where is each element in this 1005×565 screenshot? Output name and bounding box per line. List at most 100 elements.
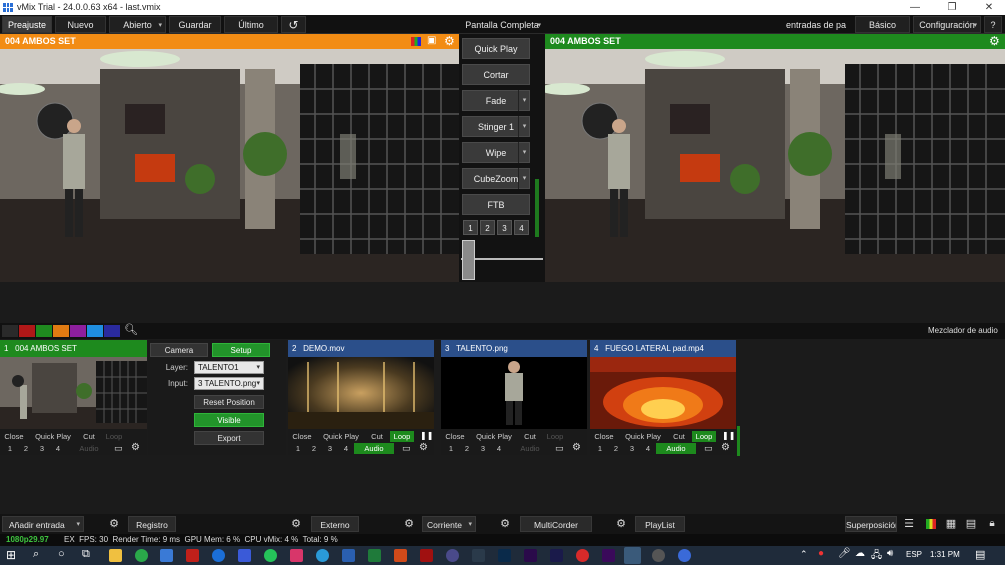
folder-icon[interactable]: [160, 549, 173, 562]
word-icon[interactable]: [342, 549, 355, 562]
input-3-monitor-icon[interactable]: ▭: [555, 443, 564, 454]
input-2-gear-icon[interactable]: ⚙: [419, 442, 428, 453]
input-1-audio[interactable]: Audio: [70, 443, 108, 454]
color-swatch-none[interactable]: [2, 325, 18, 337]
input-2-audio[interactable]: Audio: [354, 443, 394, 454]
premiere-icon[interactable]: [524, 549, 537, 562]
input-4-audio[interactable]: Audio: [656, 443, 696, 454]
acrobat-icon[interactable]: [420, 549, 433, 562]
layer-select[interactable]: TALENTO1: [194, 361, 264, 374]
multicorder-button[interactable]: MultiCorder: [520, 516, 592, 532]
external-button[interactable]: Externo: [311, 516, 359, 532]
settings-gear-icon[interactable]: ⚙: [103, 516, 125, 532]
app-red-icon[interactable]: [186, 549, 199, 562]
input-3-quickplay[interactable]: Quick Play: [471, 431, 517, 442]
input-2-monitor-icon[interactable]: ▭: [402, 443, 411, 454]
transition-1-button[interactable]: 1: [463, 220, 478, 235]
input-1-loop[interactable]: Loop: [102, 431, 126, 442]
color-swatch-blue[interactable]: [87, 325, 103, 337]
transition-2-button[interactable]: 2: [480, 220, 495, 235]
menu-lines-icon[interactable]: ☰: [898, 516, 920, 532]
cloud-icon[interactable]: ☁: [855, 548, 865, 559]
excel-icon[interactable]: [368, 549, 381, 562]
stinger-dropdown-icon[interactable]: ▾: [518, 116, 530, 137]
windows-start-icon[interactable]: ⊞: [6, 548, 16, 562]
app-gray-icon[interactable]: [652, 549, 665, 562]
add-input-button[interactable]: Añadir entrada: [2, 516, 84, 533]
input-3-audio[interactable]: Audio: [511, 443, 549, 454]
input-2-overlay-1[interactable]: 1: [291, 443, 305, 454]
export-button[interactable]: Export: [194, 431, 264, 445]
color-bars-icon[interactable]: [411, 37, 421, 46]
reset-position-button[interactable]: Reset Position: [194, 395, 264, 409]
audio-mixer-label[interactable]: Mezclador de audio: [928, 326, 998, 335]
menu-basico[interactable]: Básico: [855, 16, 910, 33]
input-2-overlay-4[interactable]: 4: [339, 443, 353, 454]
opera-icon[interactable]: [576, 549, 589, 562]
preview-panel[interactable]: 004 AMBOS SET ▣ ⚙: [0, 34, 459, 282]
input-2-overlay-2[interactable]: 2: [307, 443, 321, 454]
telegram-icon[interactable]: [316, 549, 329, 562]
menu-inputs[interactable]: entradas de pa: [780, 16, 852, 33]
input-4-overlay-1[interactable]: 1: [593, 443, 607, 454]
volume-icon[interactable]: 🔊︎: [887, 548, 893, 559]
external-gear-icon[interactable]: ⚙: [285, 516, 307, 532]
powerpoint-icon[interactable]: [394, 549, 407, 562]
preview-gear-icon[interactable]: ⚙: [444, 34, 455, 48]
input-4-overlay-4[interactable]: 4: [641, 443, 655, 454]
t-bar-slider[interactable]: [462, 240, 475, 280]
menu-guardar[interactable]: Guardar: [169, 16, 221, 33]
input-4-close[interactable]: Close: [592, 431, 616, 442]
input-1-monitor-icon[interactable]: ▭: [114, 443, 123, 454]
minimize-icon[interactable]: —: [905, 1, 925, 14]
messenger-icon[interactable]: [238, 549, 251, 562]
playlist-button[interactable]: PlayList: [635, 516, 685, 532]
fade-dropdown-icon[interactable]: ▾: [518, 90, 530, 111]
overlay-icon[interactable]: ▣: [427, 35, 436, 46]
input-3-gear-icon[interactable]: ⚙: [572, 442, 581, 453]
input-4-monitor-icon[interactable]: ▭: [704, 443, 713, 454]
input-1-close[interactable]: Close: [2, 431, 26, 442]
input-4-cut[interactable]: Cut: [669, 431, 689, 442]
input-2-overlay-3[interactable]: 3: [323, 443, 337, 454]
app-circle-icon[interactable]: [446, 549, 459, 562]
cortana-icon[interactable]: ○: [58, 548, 65, 560]
input-card-4[interactable]: 4 FUEGO LATERAL pad.mp4 Close Quick Play…: [590, 340, 736, 455]
tray-up-icon[interactable]: ⌃: [800, 549, 808, 560]
task-view-icon[interactable]: ⧉: [82, 548, 90, 561]
menu-abierto[interactable]: Abierto: [109, 16, 166, 34]
taskbar-search-icon[interactable]: ⌕: [33, 548, 39, 561]
menu-ultimo[interactable]: Último: [224, 16, 278, 33]
input-3-thumbnail[interactable]: [441, 357, 587, 429]
menu-nuevo[interactable]: Nuevo: [55, 16, 106, 33]
whatsapp-icon[interactable]: [264, 549, 277, 562]
input-card-1[interactable]: 1 004 AMBOS SET Close Quick Play Cut Loo…: [0, 340, 147, 455]
input-1-overlay-2[interactable]: 2: [19, 443, 33, 454]
menu-help[interactable]: ?: [984, 16, 1002, 33]
input-3-overlay-3[interactable]: 3: [476, 443, 490, 454]
cut-button[interactable]: Cortar: [462, 64, 530, 85]
input-1-overlay-1[interactable]: 1: [3, 443, 17, 454]
fullscreen-dropdown[interactable]: Pantalla Completa: [459, 16, 545, 34]
input-4-gear-icon[interactable]: ⚙: [721, 442, 730, 453]
input-4-pause-icon[interactable]: ❚❚: [722, 431, 735, 440]
color-swatch-purple[interactable]: [70, 325, 86, 337]
input-1-overlay-4[interactable]: 4: [51, 443, 65, 454]
input-2-quickplay[interactable]: Quick Play: [318, 431, 364, 442]
input-1-quickplay[interactable]: Quick Play: [30, 431, 76, 442]
language-indicator[interactable]: ESP: [906, 550, 922, 559]
microphone-icon[interactable]: 🎤︎: [838, 548, 851, 559]
search-icon[interactable]: 🔍︎: [124, 323, 138, 336]
wipe-dropdown-icon[interactable]: ▾: [518, 142, 530, 163]
playlist-gear-icon[interactable]: ⚙: [610, 516, 632, 532]
menu-configuracion[interactable]: Configuración: [913, 16, 981, 34]
audition-icon[interactable]: [550, 549, 563, 562]
vmix-taskbar-icon[interactable]: [624, 547, 641, 564]
input-4-loop[interactable]: Loop: [692, 431, 716, 442]
input-3-overlay-1[interactable]: 1: [444, 443, 458, 454]
input-3-cut[interactable]: Cut: [520, 431, 540, 442]
input-card-3[interactable]: 3 TALENTO.png Close Quick Play Cut Loop …: [441, 340, 587, 455]
input-2-thumbnail[interactable]: [288, 357, 434, 429]
input-card-2[interactable]: 2 DEMO.mov Close Quick Play Cut Loop ❚❚ …: [288, 340, 434, 455]
input-select[interactable]: 3 TALENTO.png: [194, 377, 264, 390]
